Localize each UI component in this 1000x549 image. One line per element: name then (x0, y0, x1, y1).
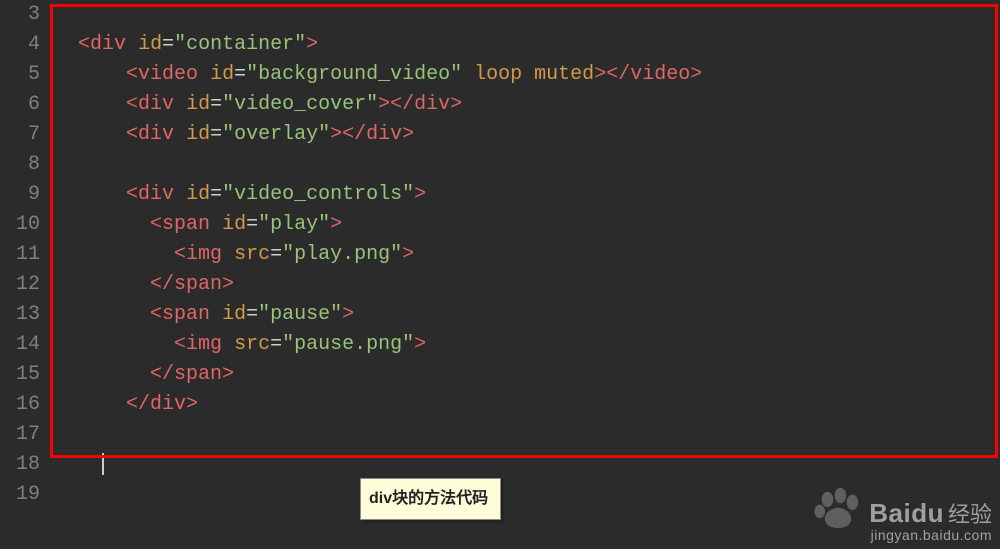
code-line (54, 480, 1000, 510)
text-cursor (102, 453, 104, 475)
code-line: <div id="video_cover"></div> (54, 90, 1000, 120)
line-number: 3 (0, 0, 48, 30)
code-line: <video id="background_video" loop muted>… (54, 60, 1000, 90)
line-number-gutter: 345678910111213141516171819 (0, 0, 48, 549)
line-number: 11 (0, 240, 48, 270)
line-number: 5 (0, 60, 48, 90)
line-number: 16 (0, 390, 48, 420)
line-number: 6 (0, 90, 48, 120)
line-number: 18 (0, 450, 48, 480)
line-number: 15 (0, 360, 48, 390)
code-line: <span id="pause"> (54, 300, 1000, 330)
line-number: 9 (0, 180, 48, 210)
code-line: <span id="play"> (54, 210, 1000, 240)
code-line: </div> (54, 390, 1000, 420)
code-line (54, 150, 1000, 180)
line-number: 17 (0, 420, 48, 450)
line-number: 10 (0, 210, 48, 240)
code-line: <img src="pause.png"> (54, 330, 1000, 360)
code-line (54, 450, 1000, 480)
code-line: <div id="overlay"></div> (54, 120, 1000, 150)
code-line (54, 420, 1000, 450)
code-line: </span> (54, 360, 1000, 390)
code-editor: 345678910111213141516171819 <div id="con… (0, 0, 1000, 549)
annotation-tooltip: div块的方法代码 (360, 478, 501, 520)
code-line: <div id="video_controls"> (54, 180, 1000, 210)
line-number: 19 (0, 480, 48, 510)
tooltip-text: div块的方法代码 (369, 490, 488, 507)
line-number: 7 (0, 120, 48, 150)
line-number: 8 (0, 150, 48, 180)
code-line: <img src="play.png"> (54, 240, 1000, 270)
code-area[interactable]: <div id="container"> <video id="backgrou… (48, 0, 1000, 549)
line-number: 12 (0, 270, 48, 300)
line-number: 4 (0, 30, 48, 60)
line-number: 13 (0, 300, 48, 330)
code-line: <div id="container"> (54, 30, 1000, 60)
code-line: </span> (54, 270, 1000, 300)
line-number: 14 (0, 330, 48, 360)
